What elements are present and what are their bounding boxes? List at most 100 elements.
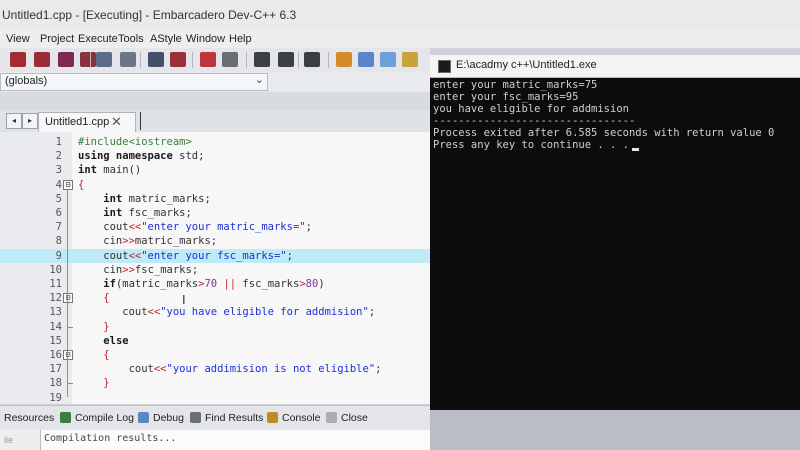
code-text: int matric_marks; xyxy=(78,192,210,206)
tab-close[interactable]: Close xyxy=(341,412,368,424)
tab-filename: Untitled1.cpp xyxy=(45,116,110,128)
close-icon[interactable]: ✕ xyxy=(111,114,122,130)
new-file-icon[interactable] xyxy=(10,52,26,67)
unindent-icon[interactable] xyxy=(278,52,294,67)
console-line-prompt: Press any key to continue . . . xyxy=(433,139,639,151)
code-line[interactable]: 12⊟ { xyxy=(0,291,430,305)
indent-icon[interactable] xyxy=(254,52,270,67)
code-token: "you have eligible for addmision" xyxy=(160,306,369,319)
code-line[interactable]: 19 xyxy=(0,391,430,405)
line-number: 13 xyxy=(49,306,62,319)
code-token: << xyxy=(128,249,142,262)
bottom-panel-tabs: Resources Compile Log Debug Find Results… xyxy=(0,405,430,431)
fold-guide-end xyxy=(67,383,73,385)
save-icon[interactable] xyxy=(58,52,74,67)
fold-toggle-icon[interactable]: ⊟ xyxy=(63,293,73,304)
code-line[interactable]: 16⊟ { xyxy=(0,348,430,362)
line-number: 17 xyxy=(49,363,62,376)
code-line[interactable]: 5 int matric_marks; xyxy=(0,192,430,206)
code-text: } xyxy=(78,376,109,390)
code-editor[interactable]: 1 #include<iostream> 2 using namespace std;… xyxy=(0,132,430,404)
console-app-icon xyxy=(438,60,451,73)
code-line[interactable]: 1 #include<iostream> xyxy=(0,135,430,149)
toolbar-separator xyxy=(192,52,193,68)
debug-icon xyxy=(138,412,149,423)
fold-guide-end xyxy=(67,326,73,328)
code-token: "enter your fsc_marks=" xyxy=(141,249,287,262)
code-token: cout xyxy=(78,221,129,234)
code-line[interactable]: 13 cout<<"you have eligible for addmisio… xyxy=(0,305,430,319)
code-token: { xyxy=(103,292,110,305)
tab-resources[interactable]: Resources xyxy=(4,412,54,424)
redo-icon[interactable] xyxy=(222,52,238,67)
code-token: fsc_marks; xyxy=(128,207,192,219)
code-line[interactable]: 2 using namespace std; xyxy=(0,149,430,163)
tab-find-results[interactable]: Find Results xyxy=(205,412,263,424)
compile-icon[interactable] xyxy=(148,52,164,67)
fold-toggle-icon[interactable]: ⊟ xyxy=(63,350,73,360)
profile-icon[interactable] xyxy=(380,52,396,67)
close-file-icon[interactable] xyxy=(120,52,136,67)
save-all-icon[interactable] xyxy=(80,52,96,67)
code-line[interactable]: 7 cout<<"enter your matric_marks="; xyxy=(0,220,430,234)
menu-project[interactable]: Project xyxy=(40,33,74,45)
undo-icon[interactable] xyxy=(200,52,216,67)
console-line: enter your fsc_marks=95 xyxy=(433,91,579,103)
code-line[interactable]: 17 cout<<"your addimision is not eligibl… xyxy=(0,362,430,376)
code-token: << xyxy=(147,306,161,319)
code-line[interactable]: 18 } xyxy=(0,376,430,390)
stop-icon[interactable] xyxy=(304,52,320,67)
code-line[interactable]: 6 int fsc_marks; xyxy=(0,206,430,220)
code-text: if(matric_marks>70 || fsc_marks>80) xyxy=(78,277,324,291)
editor-tab-bar: ◂ ▸ Untitled1.cpp ✕ xyxy=(0,110,430,133)
run-icon[interactable] xyxy=(170,52,186,67)
code-text: cin>>matric_marks; xyxy=(78,234,217,248)
menu-execute[interactable]: Execute xyxy=(78,33,118,45)
code-line[interactable]: 3 int main() xyxy=(0,163,430,177)
code-line[interactable]: 4 ⊟ { xyxy=(0,178,430,192)
menu-bar: View Project Execute Tools AStyle Window… xyxy=(0,30,800,48)
code-text: } xyxy=(78,320,109,334)
scope-dropdown[interactable]: (globals) ⌄ xyxy=(0,73,268,91)
debug-icon[interactable] xyxy=(358,52,374,67)
code-text: using namespace std; xyxy=(78,149,204,163)
code-token: int xyxy=(78,164,104,177)
menu-view[interactable]: View xyxy=(6,33,30,45)
line-number: 15 xyxy=(49,334,62,347)
console-title-bar: E:\acadmy c++\Untitled1.exe xyxy=(430,55,800,78)
code-line[interactable]: 15 else xyxy=(0,334,430,348)
tab-untitled1[interactable]: Untitled1.cpp ✕ xyxy=(38,112,136,133)
code-line[interactable]: 11 if(matric_marks>70 || fsc_marks>80) xyxy=(0,277,430,291)
fold-toggle-icon[interactable]: ⊟ xyxy=(63,179,73,190)
console-icon xyxy=(267,412,278,423)
code-text: cout<<"you have eligible for addmision"; xyxy=(78,305,375,319)
code-line[interactable]: 9 cout<<"enter your fsc_marks="; xyxy=(0,248,430,263)
line-number: 19 xyxy=(49,391,62,404)
menu-tools[interactable]: Tools xyxy=(118,33,144,45)
code-line[interactable]: 8 cin>>matric_marks; xyxy=(0,234,430,248)
code-line[interactable]: 10 cin>>fsc_marks; xyxy=(0,263,430,277)
tab-prev-button[interactable]: ◂ xyxy=(6,113,22,129)
tab-debug[interactable]: Debug xyxy=(153,412,184,424)
text-cursor-icon: I xyxy=(182,292,186,307)
code-token: ; xyxy=(286,249,293,262)
options-icon[interactable] xyxy=(402,52,418,67)
tab-compile-log[interactable]: Compile Log xyxy=(75,412,134,424)
tab-console[interactable]: Console xyxy=(282,412,321,424)
line-number: 8 xyxy=(55,235,62,248)
code-token: ; xyxy=(375,363,382,376)
line-number: 6 xyxy=(55,207,62,219)
menu-help[interactable]: Help xyxy=(229,33,252,45)
code-line[interactable]: 14 } xyxy=(0,320,430,334)
console-window[interactable]: E:\acadmy c++\Untitled1.exe enter your m… xyxy=(430,55,800,410)
grid-icon[interactable] xyxy=(336,52,352,67)
open-icon[interactable] xyxy=(34,52,50,67)
menu-astyle[interactable]: AStyle xyxy=(150,33,182,45)
code-token: cout xyxy=(78,363,154,376)
tab-next-button[interactable]: ▸ xyxy=(22,113,38,129)
print-icon[interactable] xyxy=(96,52,112,67)
code-token: ; xyxy=(368,306,376,319)
menu-window[interactable]: Window xyxy=(186,33,225,45)
